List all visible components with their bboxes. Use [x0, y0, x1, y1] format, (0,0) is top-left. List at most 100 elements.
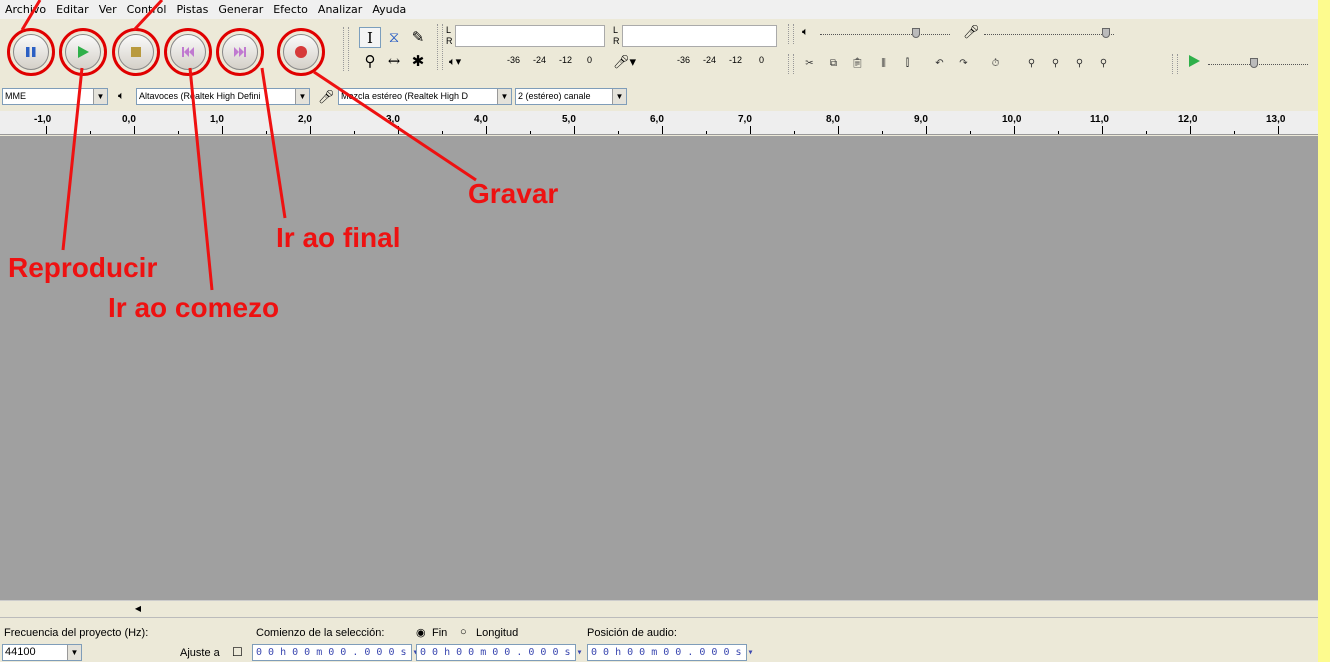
rec-meter-left-label: L [613, 25, 619, 35]
output-device-select[interactable]: Altavoces (Realtek High Defini ▼ [136, 88, 310, 105]
toolbar-grip[interactable] [343, 27, 349, 71]
toolbar-grip[interactable] [437, 24, 443, 70]
output-volume-thumb[interactable] [912, 28, 920, 38]
speed-thumb[interactable] [1250, 58, 1258, 68]
selection-end-value: 0 0 h 0 0 m 0 0 . 0 0 0 s [420, 647, 571, 658]
selection-start-time[interactable]: 0 0 h 0 0 m 0 0 . 0 0 0 s ▾ [252, 644, 419, 661]
menu-control[interactable]: Control [122, 3, 172, 16]
toolbar-grip[interactable] [788, 24, 794, 44]
play-at-speed-toolbar [1172, 52, 1318, 76]
toolbar-grip[interactable] [1172, 54, 1178, 74]
menu-editar[interactable]: Editar [51, 3, 94, 16]
ruler-minor-tick [1234, 131, 1235, 134]
microphone-icon[interactable]: 🎤︎▾ [613, 54, 636, 70]
annotation-play: Reproducir [8, 252, 158, 283]
rec-meter-right-label: R [613, 36, 620, 46]
position-label: Posición de audio: [587, 627, 677, 639]
meter-scale-label: 0 [587, 55, 593, 65]
menu-analizar[interactable]: Analizar [313, 3, 367, 16]
sync-lock-icon[interactable]: ⏱ [986, 54, 1005, 73]
audio-position-time[interactable]: 0 0 h 0 0 m 0 0 . 0 0 0 s ▾ [587, 644, 754, 661]
input-volume-slider[interactable] [984, 26, 1114, 35]
ruler-tick-label: 0,0 [122, 114, 136, 125]
ruler-tick-label: 1,0 [210, 114, 224, 125]
horizontal-scrollbar[interactable]: ◀ [0, 600, 1318, 616]
length-radio-label: Longitud [476, 627, 519, 639]
ruler-minor-tick [882, 131, 883, 134]
timeshift-tool[interactable]: ↔ [383, 51, 405, 72]
ruler-tick [1190, 126, 1191, 134]
menu-ver[interactable]: Ver [94, 3, 122, 16]
audio-host-select[interactable]: MME ▼ [2, 88, 108, 105]
ruler-tick [574, 126, 575, 134]
play-highlight-ring [59, 28, 107, 76]
ruler-tick [222, 126, 223, 134]
trim-icon[interactable]: ⫼ [874, 54, 893, 73]
input-channels-select[interactable]: 2 (estéreo) canale ▼ [515, 88, 627, 105]
output-volume-slider[interactable] [820, 26, 950, 35]
ruler-tick-label: 8,0 [826, 114, 840, 125]
zoom-out-icon[interactable]: ⚲ [1046, 54, 1065, 73]
ruler-tick-label: -1,0 [34, 114, 52, 125]
menu-efecto[interactable]: Efecto [268, 3, 313, 16]
ruler-tick [1278, 126, 1279, 134]
input-device-select[interactable]: Mezcla estéreo (Realtek High D ▼ [338, 88, 512, 105]
envelope-tool[interactable]: ⧖ [383, 27, 405, 48]
annotation-skip-end: Ir ao final [276, 222, 401, 253]
multi-tool[interactable]: ✱ [407, 51, 429, 72]
undo-icon[interactable]: ↶ [930, 54, 949, 73]
selection-end-time[interactable]: 0 0 h 0 0 m 0 0 . 0 0 0 s ▾ [416, 644, 583, 661]
selection-toolbar: Frecuencia del proyecto (Hz): 44100 ▼ Com… [0, 617, 1318, 662]
play-at-speed-icon[interactable] [1184, 54, 1203, 73]
speaker-icon[interactable]: 🔈︎▾ [449, 55, 461, 69]
snap-to-label: Ajuste a [180, 647, 220, 659]
ruler-tick [838, 126, 839, 134]
input-channels-value: 2 (estéreo) canale [518, 91, 591, 101]
skip-start-highlight-ring [164, 28, 212, 76]
zoom-in-icon[interactable]: ⚲ [1022, 54, 1041, 73]
draw-tool[interactable]: ✎ [407, 27, 429, 48]
fit-project-icon[interactable]: ⚲ [1094, 54, 1113, 73]
playback-meter[interactable] [455, 25, 605, 47]
ruler-tick [310, 126, 311, 134]
ruler-tick [1014, 126, 1015, 134]
output-volume-icon: 🔈︎ [802, 26, 809, 38]
ruler-tick [398, 126, 399, 134]
menu-ayuda[interactable]: Ayuda [367, 3, 411, 16]
silence-icon[interactable]: ⫿ [898, 54, 917, 73]
meter-toolbar: L R L R 🔈︎▾ -36 -24 -12 0 🎤︎▾ -36 -24 -1… [437, 22, 783, 76]
selection-tool[interactable]: I [359, 27, 381, 48]
snap-to-checkbox[interactable]: ☐ [232, 645, 243, 659]
track-panel[interactable] [0, 136, 1318, 600]
record-highlight-ring [277, 28, 325, 76]
paste-icon[interactable]: 📋︎ [848, 54, 867, 73]
scroll-left-arrow[interactable]: ◀ [130, 602, 146, 615]
audio-position-value: 0 0 h 0 0 m 0 0 . 0 0 0 s [591, 647, 742, 658]
toolbar-grip[interactable] [788, 54, 794, 74]
redo-icon[interactable]: ↷ [954, 54, 973, 73]
menu-archivo[interactable]: Archivo [0, 3, 51, 16]
play-meter-right-label: R [446, 36, 453, 46]
ruler-tick-label: 2,0 [298, 114, 312, 125]
menu-pistas[interactable]: Pistas [171, 3, 213, 16]
timeline-ruler[interactable]: -1,0 0,0 1,0 2,0 3,0 4,0 5,0 6,0 7,0 8,0 9,0 10,0 11… [0, 111, 1318, 135]
selection-start-value: 0 0 h 0 0 m 0 0 . 0 0 0 s [256, 647, 407, 658]
end-radio[interactable]: ◉ [416, 626, 426, 639]
length-radio[interactable]: ○ [460, 626, 467, 638]
cut-icon[interactable]: ✂ [800, 54, 819, 73]
zoom-tool[interactable]: ⚲ [359, 51, 381, 72]
recording-meter[interactable] [622, 25, 777, 47]
ruler-tick [662, 126, 663, 134]
project-rate-select[interactable]: 44100 ▼ [2, 644, 82, 661]
speed-slider[interactable] [1208, 56, 1308, 65]
pause-highlight-ring [7, 28, 55, 76]
project-rate-label: Frecuencia del proyecto (Hz): [4, 627, 149, 639]
ruler-tick [134, 126, 135, 134]
copy-icon[interactable]: ⧉ [824, 54, 843, 73]
edit-toolbar: ✂ ⧉ 📋︎ ⫼ ⫿ ↶ ↷ ⏱ ⚲ ⚲ ⚲ ⚲ [788, 52, 1168, 76]
input-volume-thumb[interactable] [1102, 28, 1110, 38]
ruler-tick-label: 3,0 [386, 114, 400, 125]
ruler-tick [46, 126, 47, 134]
fit-selection-icon[interactable]: ⚲ [1070, 54, 1089, 73]
menu-generar[interactable]: Generar [213, 3, 268, 16]
